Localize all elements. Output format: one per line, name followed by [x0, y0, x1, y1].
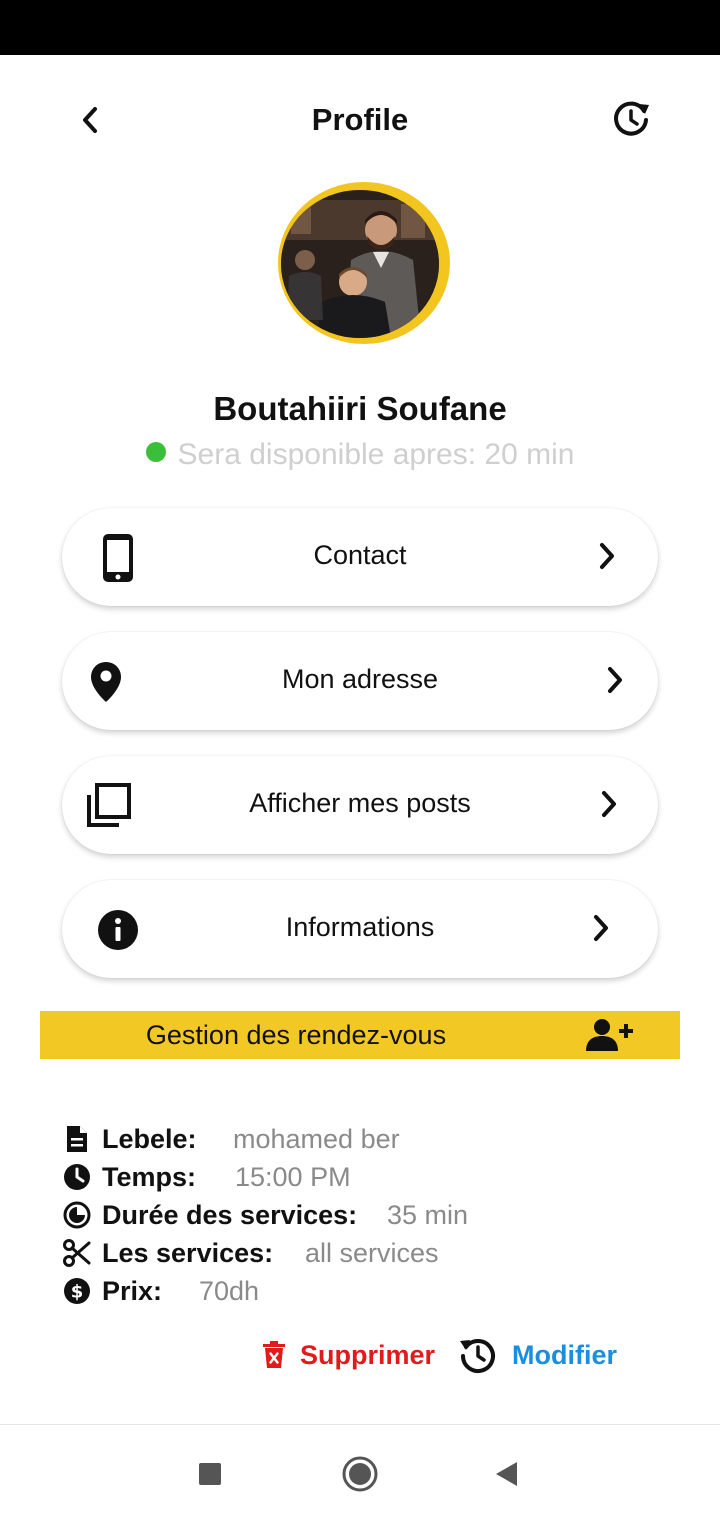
chevron-right-icon — [592, 538, 622, 574]
profile-name: Boutahiiri Soufane — [213, 390, 507, 427]
recents-button[interactable] — [187, 1451, 233, 1497]
menu-item-posts[interactable]: Afficher mes posts — [62, 756, 658, 854]
menu-item-label: Afficher mes posts — [249, 788, 471, 818]
appointment-actions: Supprimer Modifier — [0, 1330, 720, 1380]
history-button[interactable] — [608, 96, 654, 142]
add-appointment-button[interactable] — [585, 1017, 635, 1053]
menu-item-address[interactable]: Mon adresse — [62, 632, 658, 730]
triangle-back-icon — [496, 1462, 517, 1486]
appointments-title: Gestion des rendez-vous — [145, 1020, 447, 1050]
scissors-icon — [62, 1238, 92, 1268]
chevron-right-icon — [594, 786, 624, 822]
detail-key: Les services: — [102, 1238, 274, 1268]
status-bar — [0, 0, 720, 55]
square-icon — [199, 1463, 221, 1485]
menu-item-label: Mon adresse — [281, 664, 439, 694]
avatar[interactable] — [281, 190, 439, 338]
history-icon — [460, 1339, 495, 1373]
menu-item-label: Contact — [313, 540, 407, 570]
header: Profile — [0, 70, 720, 170]
delete-label: Supprimer — [300, 1339, 436, 1370]
detail-value: 70dh — [199, 1276, 260, 1306]
document-icon — [62, 1124, 92, 1154]
trash-icon — [263, 1341, 285, 1368]
availability-text: Sera disponible apres: 20 min — [177, 438, 575, 471]
svg-text:$: $ — [71, 1282, 84, 1303]
detail-key: Prix: — [102, 1276, 163, 1306]
detail-value: mohamed ber — [233, 1124, 400, 1154]
detail-value: all services — [305, 1238, 439, 1268]
edit-button[interactable]: Modifier — [458, 1330, 617, 1380]
detail-key: Durée des services: — [102, 1200, 358, 1230]
dollar-icon: $ — [62, 1276, 92, 1306]
availability-status: Sera disponible apres: 20 min — [0, 438, 720, 472]
chevron-right-icon — [586, 910, 616, 946]
appointments-banner: Gestion des rendez-vous — [40, 1011, 680, 1059]
circle-icon — [342, 1456, 378, 1492]
add-user-icon — [586, 1019, 633, 1051]
menu-item-label: Informations — [285, 912, 435, 942]
timer-icon — [62, 1200, 92, 1230]
edit-label: Modifier — [512, 1339, 617, 1370]
home-button[interactable] — [337, 1451, 383, 1497]
detail-key: Lebele: — [102, 1124, 197, 1154]
detail-value: 15:00 PM — [235, 1162, 351, 1192]
clock-icon — [62, 1162, 92, 1192]
menu-item-informations[interactable]: Informations — [62, 880, 658, 978]
delete-button[interactable]: Supprimer — [262, 1330, 435, 1380]
system-nav-bar — [0, 1424, 720, 1520]
history-icon — [614, 101, 649, 136]
chevron-right-icon — [600, 662, 630, 698]
back-nav-button[interactable] — [483, 1451, 529, 1497]
menu-item-contact[interactable]: Contact — [62, 508, 658, 606]
detail-key: Temps: — [102, 1162, 197, 1192]
online-status-dot — [145, 442, 166, 463]
detail-value: 35 min — [387, 1200, 469, 1230]
